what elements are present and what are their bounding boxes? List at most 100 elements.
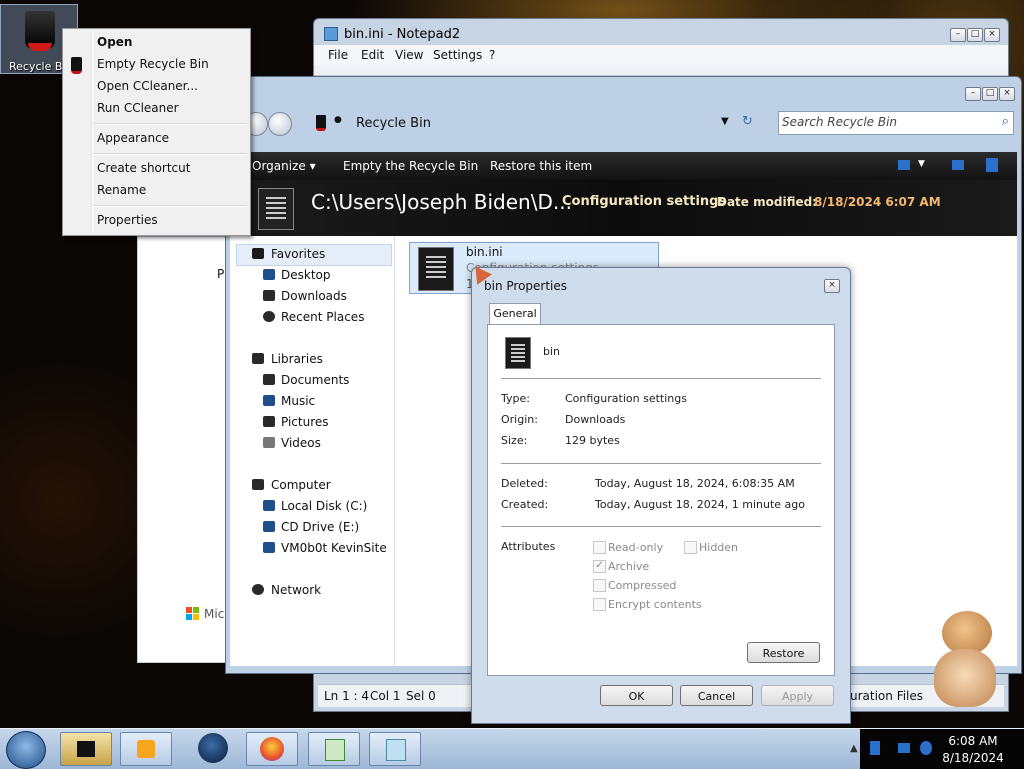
volume-icon[interactable] bbox=[920, 741, 932, 755]
local-disk-icon bbox=[263, 500, 275, 511]
nav-music[interactable]: Music bbox=[281, 394, 315, 408]
restore-button[interactable]: Restore bbox=[747, 642, 820, 663]
nav-vm-drive[interactable]: VM0b0t KevinSite bbox=[281, 541, 387, 555]
menu-file[interactable]: File bbox=[328, 48, 348, 62]
maximize-button[interactable]: □ bbox=[982, 87, 998, 101]
file-name-value: bin bbox=[543, 345, 561, 358]
search-icon[interactable]: ⌕ bbox=[1002, 114, 1009, 129]
taskbar-explorer[interactable] bbox=[369, 732, 421, 766]
nav-documents[interactable]: Documents bbox=[281, 373, 349, 387]
notepad2-icon bbox=[325, 739, 345, 761]
nav-network[interactable]: Network bbox=[271, 583, 321, 597]
refresh-icon[interactable]: ↻ bbox=[742, 114, 753, 129]
menu-settings[interactable]: Settings bbox=[433, 48, 482, 62]
recycle-bin-small-icon bbox=[71, 57, 82, 74]
notepad-menubar: File Edit View Settings ? bbox=[314, 45, 1008, 65]
menu-view[interactable]: View bbox=[395, 48, 423, 62]
nav-pictures[interactable]: Pictures bbox=[281, 415, 329, 429]
tray-security-icon[interactable] bbox=[870, 741, 880, 755]
breadcrumb-arrow-icon[interactable]: ● bbox=[334, 115, 342, 125]
dialog-title: bin Properties bbox=[484, 279, 568, 293]
properties-dialog: bin Properties × General bin Type: Confi… bbox=[471, 267, 851, 724]
nav-libraries[interactable]: Libraries bbox=[271, 352, 323, 366]
menu-empty-recycle-bin[interactable]: Empty Recycle Bin bbox=[97, 57, 209, 71]
minimize-button[interactable]: – bbox=[950, 28, 966, 42]
nav-cd-drive[interactable]: CD Drive (E:) bbox=[281, 520, 359, 534]
compressed-checkbox[interactable] bbox=[593, 579, 606, 592]
nav-downloads[interactable]: Downloads bbox=[281, 289, 347, 303]
hidden-checkbox[interactable] bbox=[684, 541, 697, 554]
view-options-icon[interactable] bbox=[898, 160, 910, 170]
nav-recent-places[interactable]: Recent Places bbox=[281, 310, 364, 324]
address-bar: ● Recycle Bin ▼ ↻ Search Recycle Bin ⌕ bbox=[230, 105, 1017, 141]
nav-local-disk[interactable]: Local Disk (C:) bbox=[281, 499, 367, 513]
recycle-bin-icon bbox=[25, 11, 55, 51]
archive-checkbox[interactable]: ✓ bbox=[593, 560, 606, 573]
taskbar-firefox[interactable] bbox=[246, 732, 298, 766]
search-box[interactable]: Search Recycle Bin ⌕ bbox=[778, 111, 1014, 135]
taskbar-media-player[interactable] bbox=[120, 732, 172, 766]
clock-time[interactable]: 6:08 AM bbox=[933, 734, 1013, 748]
address-dropdown-icon[interactable]: ▼ bbox=[721, 116, 729, 127]
maximize-button[interactable]: □ bbox=[967, 28, 983, 42]
minimize-button[interactable]: – bbox=[965, 87, 981, 101]
taskbar-notepad2[interactable] bbox=[308, 732, 360, 766]
menu-gutter bbox=[91, 31, 93, 233]
menu-create-shortcut[interactable]: Create shortcut bbox=[97, 161, 190, 175]
navigation-pane: Favorites Desktop Downloads Recent Place… bbox=[230, 236, 394, 666]
forward-button[interactable] bbox=[268, 112, 292, 136]
explorer-icon bbox=[386, 739, 406, 761]
desktop-icon bbox=[263, 269, 275, 280]
show-hidden-icons-icon[interactable]: ▲ bbox=[850, 743, 858, 754]
taskbar-recycle-bin[interactable] bbox=[60, 732, 112, 766]
start-button[interactable] bbox=[6, 731, 46, 769]
context-menu: Open Empty Recycle Bin Open CCleaner... … bbox=[62, 28, 251, 236]
details-date-value: 8/18/2024 6:07 AM bbox=[814, 195, 941, 209]
view-dropdown-icon[interactable]: ▼ bbox=[918, 159, 925, 169]
help-icon[interactable] bbox=[986, 158, 998, 172]
cd-drive-icon bbox=[263, 521, 275, 532]
ok-button[interactable]: OK bbox=[600, 685, 673, 706]
nav-desktop[interactable]: Desktop bbox=[281, 268, 331, 282]
recent-places-icon bbox=[263, 311, 275, 322]
address-text[interactable]: Recycle Bin bbox=[356, 116, 431, 131]
nav-videos[interactable]: Videos bbox=[281, 436, 321, 450]
restore-item-button[interactable]: Restore this item bbox=[490, 159, 592, 173]
menu-rename[interactable]: Rename bbox=[97, 183, 146, 197]
recycle-bin-icon bbox=[77, 741, 95, 757]
empty-recycle-bin-button[interactable]: Empty the Recycle Bin bbox=[343, 159, 478, 173]
cancel-button[interactable]: Cancel bbox=[680, 685, 753, 706]
organize-button[interactable]: Organize ▾ bbox=[252, 159, 316, 173]
nav-favorites[interactable]: Favorites bbox=[271, 247, 325, 261]
nav-computer[interactable]: Computer bbox=[271, 478, 331, 492]
hidden-label: Hidden bbox=[699, 541, 739, 554]
menu-appearance[interactable]: Appearance bbox=[97, 131, 169, 145]
browser-globe-icon[interactable] bbox=[198, 733, 228, 763]
menu-open[interactable]: Open bbox=[97, 35, 132, 49]
divider bbox=[501, 463, 821, 464]
status-line: Ln 1 : 4 bbox=[324, 689, 370, 703]
size-label: Size: bbox=[501, 434, 528, 447]
file-name: bin.ini bbox=[466, 245, 503, 259]
close-button[interactable]: × bbox=[999, 87, 1015, 101]
apply-button[interactable]: Apply bbox=[761, 685, 834, 706]
network-tray-icon[interactable] bbox=[898, 743, 910, 753]
read-only-checkbox[interactable] bbox=[593, 541, 606, 554]
clock-date[interactable]: 8/18/2024 bbox=[933, 751, 1013, 765]
dialog-close-button[interactable]: × bbox=[824, 279, 840, 293]
downloads-icon bbox=[263, 290, 275, 301]
menu-run-ccleaner[interactable]: Run CCleaner bbox=[97, 101, 179, 115]
details-pane: C:\Users\Joseph Biden\D... Configuration… bbox=[230, 180, 1017, 236]
menu-help[interactable]: ? bbox=[489, 48, 495, 62]
menu-open-ccleaner[interactable]: Open CCleaner... bbox=[97, 79, 198, 93]
media-player-icon bbox=[137, 740, 155, 758]
encrypt-checkbox[interactable] bbox=[593, 598, 606, 611]
network-drive-icon bbox=[263, 542, 275, 553]
menu-edit[interactable]: Edit bbox=[361, 48, 384, 62]
archive-label: Archive bbox=[608, 560, 650, 573]
hamster-gadget bbox=[920, 605, 1008, 710]
tab-general[interactable]: General bbox=[489, 303, 541, 326]
close-button[interactable]: × bbox=[984, 28, 1000, 42]
menu-properties[interactable]: Properties bbox=[97, 213, 158, 227]
preview-pane-icon[interactable] bbox=[952, 160, 964, 170]
